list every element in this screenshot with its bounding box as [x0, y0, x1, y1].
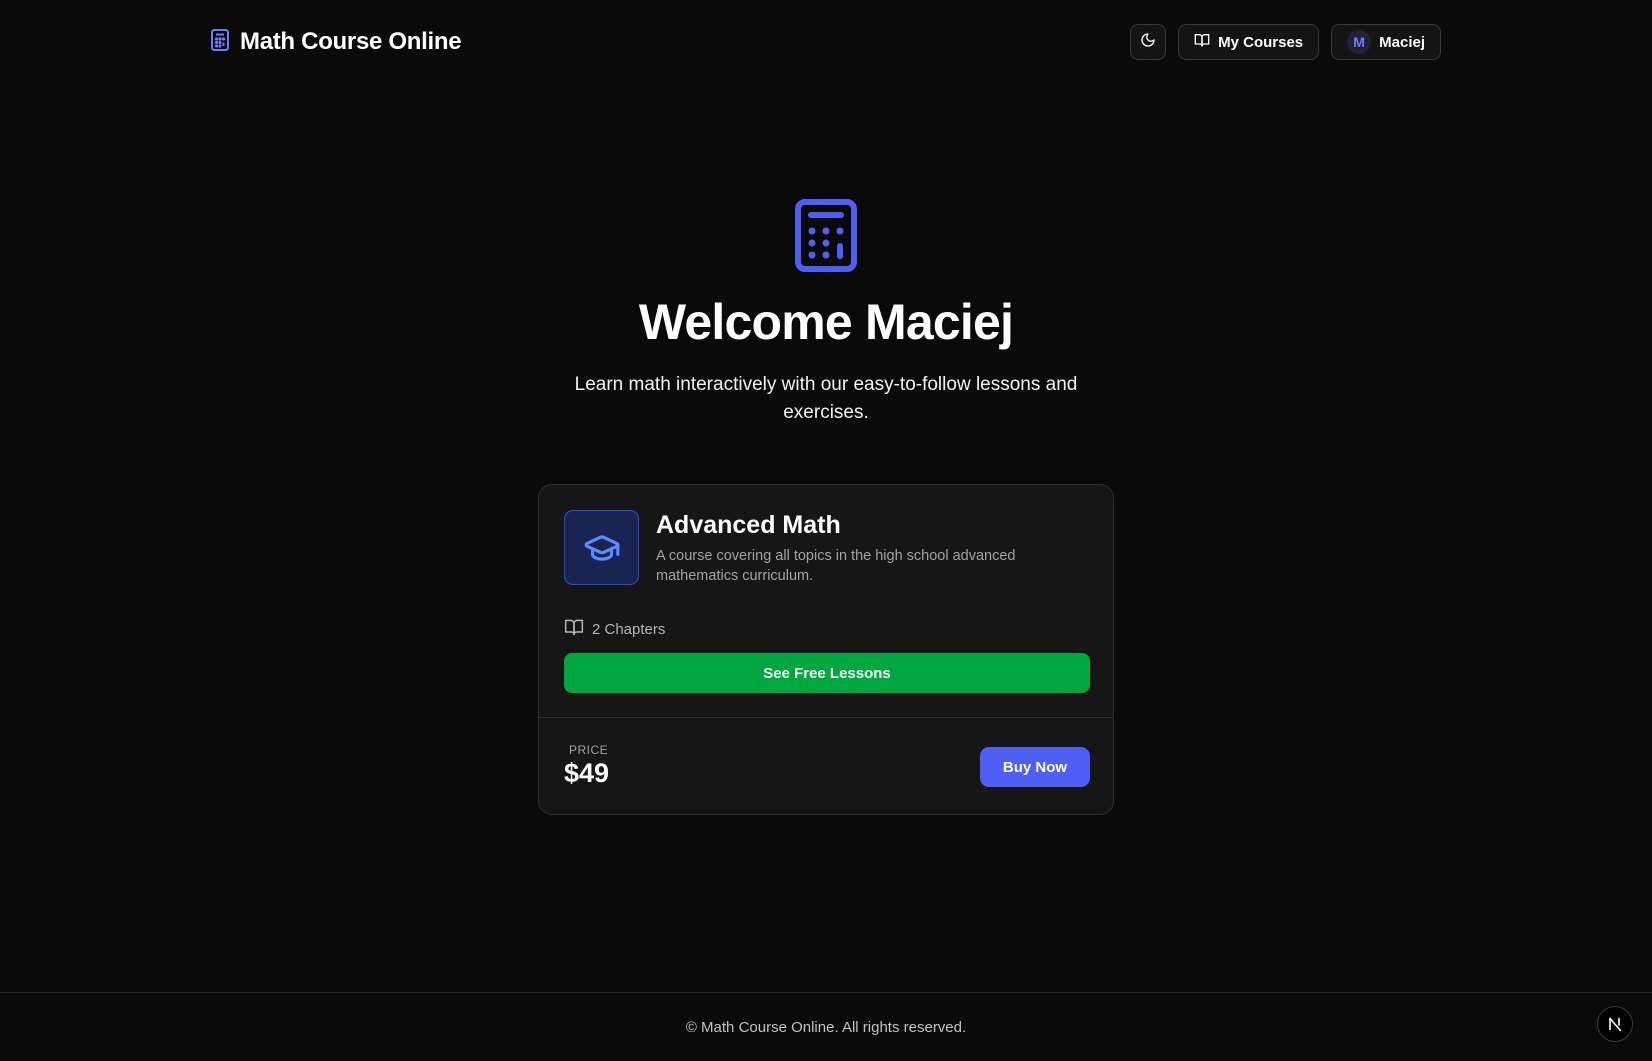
book-open-icon — [564, 617, 584, 641]
page-subtitle: Learn math interactively with our easy-t… — [574, 374, 1078, 423]
footer-copyright: © Math Course Online. All rights reserve… — [685, 1019, 967, 1036]
book-open-icon — [1194, 32, 1210, 52]
moon-icon — [1140, 32, 1156, 52]
brand[interactable]: Math Course Online — [210, 26, 462, 58]
user-name: Maciej — [1379, 33, 1425, 51]
n-logo-icon[interactable] — [1597, 1006, 1633, 1042]
card-divider — [539, 717, 1113, 718]
calculator-icon — [794, 198, 858, 273]
calculator-icon — [210, 28, 230, 57]
course-title: Advanced Math — [656, 511, 841, 539]
my-courses-button[interactable]: My Courses — [1178, 24, 1320, 60]
see-free-lessons-button[interactable]: See Free Lessons — [564, 653, 1090, 693]
brand-title: Math Course Online — [240, 28, 462, 55]
user-menu-button[interactable]: M Maciej — [1331, 24, 1441, 60]
header-nav: My Courses M Maciej — [1130, 24, 1441, 60]
theme-toggle-button[interactable] — [1130, 24, 1167, 60]
course-description: A course covering all topics in the high… — [656, 548, 1016, 584]
top-header: Math Course Online My Courses M Maciej — [0, 0, 1652, 84]
chapters-label: 2 Chapters — [592, 620, 666, 638]
chapters-count: 2 Chapters — [564, 617, 665, 641]
page-title: Welcome Maciej — [638, 294, 1014, 350]
price-label: PRICE — [569, 743, 609, 757]
footer: © Math Course Online. All rights reserve… — [0, 992, 1652, 1061]
course-card: Advanced Math A course covering all topi… — [538, 484, 1114, 815]
graduation-cap-icon — [564, 510, 639, 585]
avatar: M — [1347, 30, 1372, 54]
buy-now-button[interactable]: Buy Now — [980, 747, 1090, 787]
my-courses-label: My Courses — [1218, 33, 1304, 51]
price-value: $49 — [564, 758, 610, 788]
